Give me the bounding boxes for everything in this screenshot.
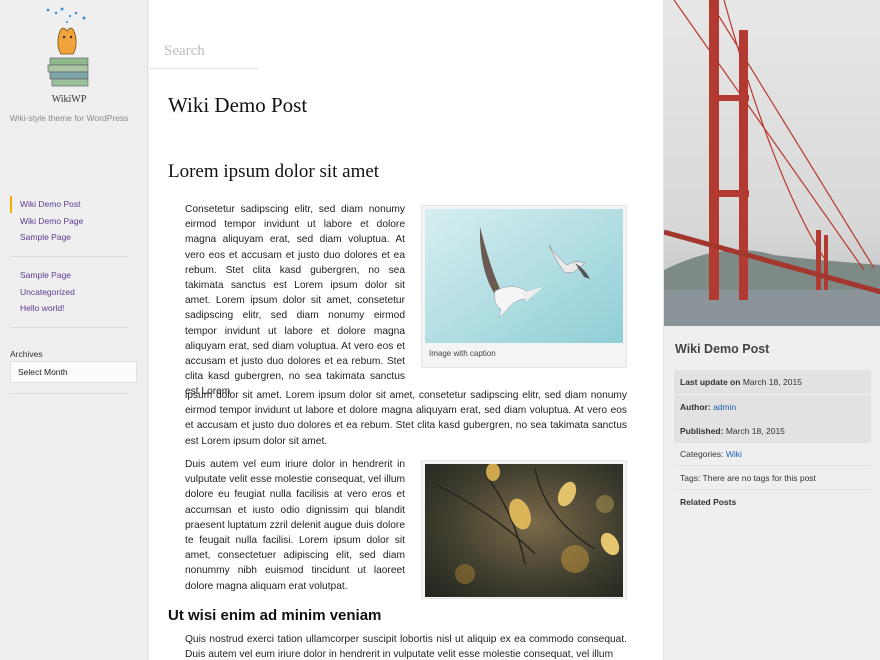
divider (10, 327, 128, 328)
meta-author: Author: admin (674, 395, 871, 419)
related-posts: Related Posts (674, 490, 871, 514)
paragraph: Consetetur sadipscing elitr, sed diam no… (185, 204, 405, 398)
image-caption: Image with caption (429, 349, 496, 358)
tags-text: Tags: There are no tags for this post (680, 473, 816, 483)
meta-published: Published: March 18, 2015 (674, 419, 871, 443)
nav-item-sample-page-2[interactable]: Sample Page (10, 267, 128, 284)
paragraph: ipsum dolor sit amet. Lorem ipsum dolor … (185, 390, 627, 447)
divider (10, 393, 128, 394)
nav-item-uncategorized[interactable]: Uncategorized (10, 284, 128, 301)
meta-value: March 18, 2015 (725, 426, 785, 436)
meta-label: Published: (680, 426, 724, 436)
site-tagline: Wiki-style theme for WordPress (9, 113, 129, 123)
category-link[interactable]: Wiki (726, 449, 742, 459)
nav-item-hello-world[interactable]: Hello world! (10, 300, 128, 317)
image-figure: Image with caption (421, 205, 627, 368)
nav-item-sample-page[interactable]: Sample Page (10, 229, 128, 246)
meta-last-update: Last update on March 18, 2015 (674, 370, 871, 394)
main-content: Search Wiki Demo Post Lorem ipsum dolor … (149, 0, 663, 660)
divider (10, 256, 128, 257)
post-heading: Lorem ipsum dolor sit amet (168, 161, 380, 182)
sidebar-post-title: Wiki Demo Post (675, 342, 770, 356)
paragraph: Duis autem vel eum iriure dolor in hendr… (185, 459, 405, 592)
image-figure (421, 460, 627, 599)
primary-nav: Wiki Demo Post Wiki Demo Page Sample Pag… (10, 196, 128, 246)
autumn-leaves-image[interactable] (425, 464, 623, 597)
right-sidebar: Wiki Demo Post Last update on March 18, … (663, 0, 880, 660)
secondary-nav: Sample Page Uncategorized Hello world! (10, 267, 128, 317)
left-sidebar: WikiWP Wiki-style theme for WordPress Wi… (0, 0, 148, 660)
seagulls-image[interactable] (425, 209, 623, 343)
nav-item-wiki-demo-page[interactable]: Wiki Demo Page (10, 213, 128, 230)
site-title[interactable]: WikiWP (0, 94, 138, 105)
meta-label: Last update on (680, 377, 741, 387)
post-subheading: Ut wisi enim ad minim veniam (168, 607, 382, 624)
meta-label: Categories: (680, 449, 724, 459)
site-logo[interactable] (42, 4, 96, 90)
archives-label: Archives (10, 349, 43, 359)
page-title: Wiki Demo Post (168, 93, 308, 117)
archives-select[interactable]: Select Month (10, 361, 137, 383)
author-link[interactable]: admin (713, 402, 736, 412)
meta-categories: Categories: Wiki (674, 442, 871, 466)
meta-value: March 18, 2015 (742, 377, 802, 387)
meta-tags: Tags: There are no tags for this post (674, 466, 871, 490)
search-input[interactable]: Search (149, 40, 259, 69)
nav-item-wiki-demo-post[interactable]: Wiki Demo Post (10, 196, 128, 213)
related-posts-label: Related Posts (680, 497, 737, 507)
paragraph: Quis nostrud exerci tation ullamcorper s… (185, 634, 627, 660)
meta-label: Author: (680, 402, 711, 412)
golden-gate-bridge-image[interactable] (664, 0, 880, 326)
